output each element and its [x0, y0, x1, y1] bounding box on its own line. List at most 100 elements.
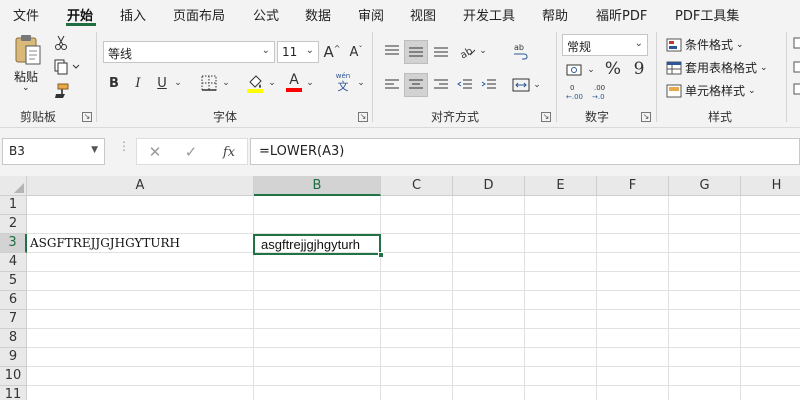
- formula-bar-resize-handle[interactable]: ⋮: [118, 140, 130, 152]
- alignment-launcher-icon[interactable]: ↘: [541, 112, 551, 122]
- italic-button[interactable]: I: [128, 72, 148, 94]
- currency-dropdown-icon[interactable]: ⌄: [586, 60, 596, 80]
- increase-decimal-icon[interactable]: 0 ←.00: [564, 82, 586, 102]
- align-left-icon[interactable]: [381, 74, 403, 96]
- column-header-g[interactable]: G: [669, 176, 741, 196]
- format-as-table-button[interactable]: 套用表格格式 ⌄: [666, 59, 768, 76]
- column-header-f[interactable]: F: [597, 176, 669, 196]
- paste-icon[interactable]: [10, 34, 46, 66]
- fill-color-button[interactable]: [244, 72, 266, 94]
- copy-icon[interactable]: [52, 58, 82, 76]
- borders-button[interactable]: [198, 73, 220, 93]
- cancel-icon[interactable]: ✕: [145, 142, 165, 162]
- wrap-text-icon[interactable]: ab: [510, 40, 532, 62]
- column-header-c[interactable]: C: [381, 176, 453, 196]
- orientation-dropdown-icon[interactable]: ⌄: [478, 40, 488, 62]
- cell-styles-button[interactable]: 单元格样式 ⌄: [666, 82, 756, 99]
- cell-a3[interactable]: ASGFTREJJGJHGYTURH: [27, 234, 253, 253]
- row-header-2[interactable]: 2: [0, 215, 27, 234]
- enter-check-icon[interactable]: ✓: [181, 142, 201, 162]
- cell-styles-icon: [666, 84, 682, 97]
- row-header-10[interactable]: 10: [0, 367, 27, 386]
- number-format-select[interactable]: 常规 ⌄: [562, 34, 648, 56]
- conditional-formatting-icon: [666, 38, 682, 51]
- insert-function-button[interactable]: fx: [217, 142, 241, 162]
- fill-handle[interactable]: [378, 252, 384, 258]
- row-header-5[interactable]: 5: [0, 272, 27, 291]
- phonetic-guide-button[interactable]: wén 文: [330, 70, 356, 94]
- row-header-3[interactable]: 3: [0, 234, 27, 253]
- fill-color-dropdown-icon[interactable]: ⌄: [266, 72, 278, 94]
- tab-review[interactable]: 审阅: [358, 5, 384, 24]
- gridline: [27, 214, 800, 215]
- underline-dropdown-icon[interactable]: ⌄: [172, 72, 184, 94]
- merge-dropdown-icon[interactable]: ⌄: [532, 74, 542, 96]
- tab-view[interactable]: 视图: [410, 5, 436, 24]
- font-name-select[interactable]: 等线 ⌄: [103, 41, 275, 63]
- row-header-7[interactable]: 7: [0, 310, 27, 329]
- tab-home[interactable]: 开始: [67, 5, 93, 24]
- orientation-icon[interactable]: ab: [456, 40, 478, 62]
- row-header-8[interactable]: 8: [0, 329, 27, 348]
- worksheet-grid: A B C D E F G H 1 2 3 4 5 6 7 8 9 10 11 …: [0, 176, 800, 400]
- group-separator: [372, 32, 373, 122]
- percent-style-button[interactable]: %: [602, 58, 624, 80]
- tab-formulas[interactable]: 公式: [253, 5, 279, 24]
- align-middle-icon[interactable]: [404, 40, 428, 64]
- align-bottom-icon[interactable]: [430, 40, 452, 62]
- tab-pdf-tools[interactable]: PDF工具集: [675, 5, 739, 24]
- select-all-button[interactable]: [0, 176, 27, 196]
- format-as-table-label: 套用表格格式: [685, 61, 758, 75]
- align-top-icon[interactable]: [381, 40, 403, 62]
- cut-icon[interactable]: [52, 34, 70, 52]
- font-color-button[interactable]: A: [284, 70, 304, 94]
- borders-dropdown-icon[interactable]: ⌄: [220, 72, 232, 94]
- name-box[interactable]: B3 ▼: [2, 138, 105, 165]
- font-size-select[interactable]: 11 ⌄: [277, 41, 319, 63]
- tab-help[interactable]: 帮助: [542, 5, 568, 24]
- increase-indent-icon[interactable]: [478, 74, 500, 96]
- decrease-decimal-icon[interactable]: .00 →.0: [590, 82, 612, 102]
- grow-font-button[interactable]: A ^: [322, 42, 342, 62]
- tab-developer[interactable]: 开发工具: [463, 5, 515, 24]
- align-right-icon[interactable]: [430, 74, 452, 96]
- format-painter-icon[interactable]: [52, 82, 70, 100]
- column-header-a[interactable]: A: [27, 176, 254, 196]
- font-color-dropdown-icon[interactable]: ⌄: [304, 72, 316, 94]
- merge-center-icon[interactable]: [510, 74, 532, 96]
- gridline: [452, 196, 453, 400]
- number-group-label: 数字: [585, 110, 610, 124]
- shrink-font-button[interactable]: Aˇ: [346, 42, 366, 62]
- currency-format-icon[interactable]: [564, 60, 586, 80]
- row-header-1[interactable]: 1: [0, 196, 27, 215]
- tab-file[interactable]: 文件: [13, 5, 39, 24]
- row-header-4[interactable]: 4: [0, 253, 27, 272]
- conditional-formatting-button[interactable]: 条件格式 ⌄: [666, 36, 744, 53]
- bold-button[interactable]: B: [104, 72, 124, 94]
- comma-style-button[interactable]: 9: [628, 58, 650, 80]
- row-header-11[interactable]: 11: [0, 386, 27, 400]
- column-header-d[interactable]: D: [453, 176, 525, 196]
- row-header-9[interactable]: 9: [0, 348, 27, 367]
- chevron-down-icon: ⌄: [261, 45, 270, 56]
- decrease-indent-icon[interactable]: [454, 74, 476, 96]
- clipboard-launcher-icon[interactable]: ↘: [82, 112, 92, 122]
- tab-data[interactable]: 数据: [305, 5, 331, 24]
- column-header-h[interactable]: H: [741, 176, 800, 196]
- gridline: [27, 366, 800, 367]
- tab-foxit-pdf[interactable]: 福昕PDF: [596, 5, 647, 24]
- cells-group-partial-icon[interactable]: [792, 36, 800, 96]
- phonetic-dropdown-icon[interactable]: ⌄: [356, 72, 366, 94]
- paste-dropdown-arrow[interactable]: ⌄: [22, 83, 30, 93]
- underline-button[interactable]: U: [152, 72, 172, 94]
- column-header-e[interactable]: E: [525, 176, 597, 196]
- row-header-6[interactable]: 6: [0, 291, 27, 310]
- tab-page-layout[interactable]: 页面布局: [173, 5, 225, 24]
- column-header-b[interactable]: B: [254, 176, 381, 196]
- font-launcher-icon[interactable]: ↘: [358, 112, 368, 122]
- gridline: [27, 271, 800, 272]
- align-center-icon[interactable]: [404, 73, 428, 97]
- formula-input[interactable]: =LOWER(A3): [250, 138, 800, 165]
- tab-insert[interactable]: 插入: [120, 5, 146, 24]
- number-launcher-icon[interactable]: ↘: [641, 112, 651, 122]
